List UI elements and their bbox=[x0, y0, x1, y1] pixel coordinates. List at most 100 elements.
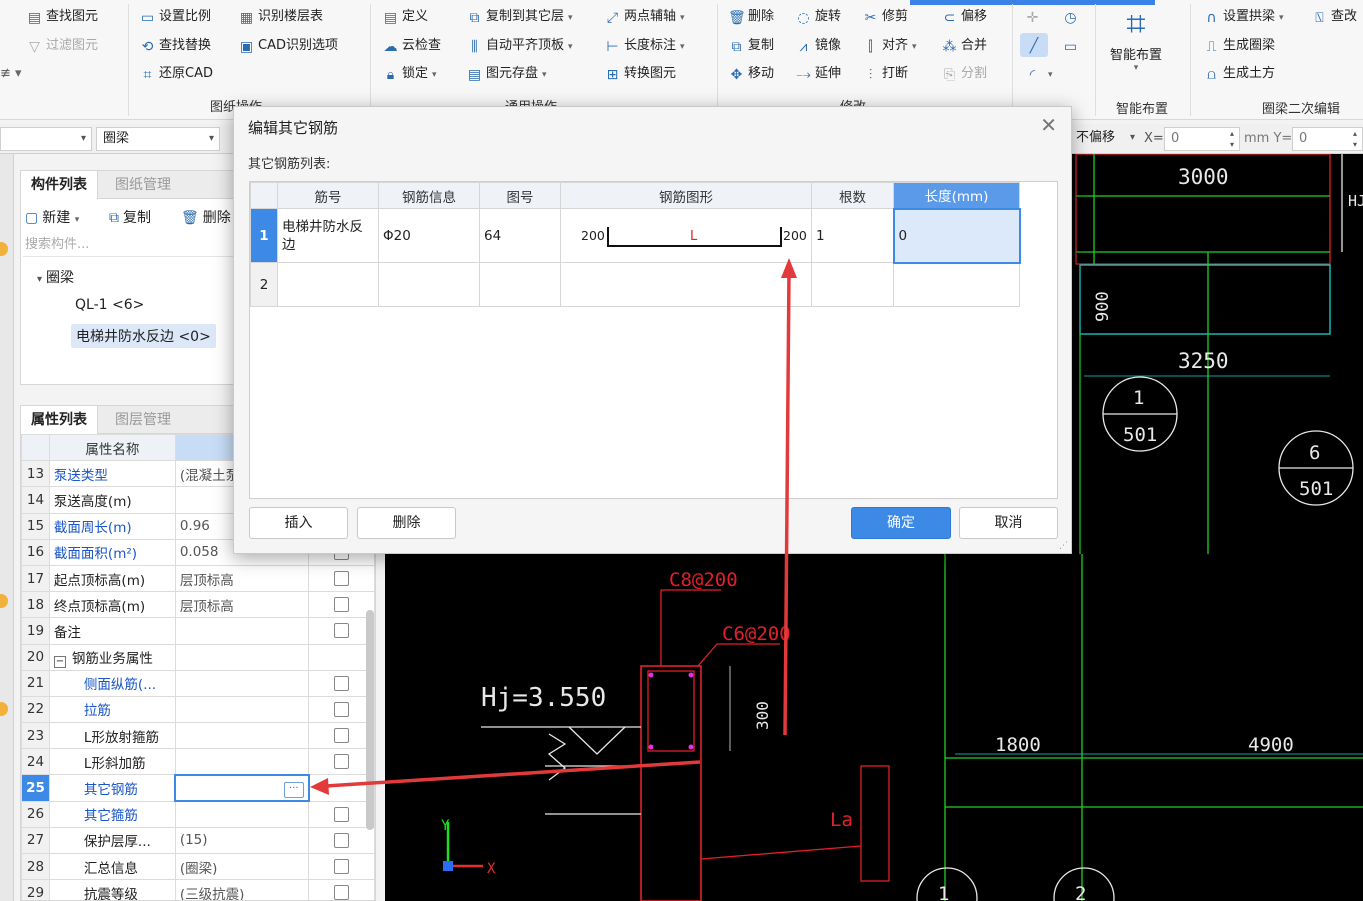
convert-element-button[interactable]: ⊞ 转换图元 bbox=[604, 62, 676, 86]
resize-grip-icon[interactable]: ⋰ bbox=[1059, 541, 1068, 551]
bar-no-cell[interactable] bbox=[277, 262, 379, 307]
tree-node-ring-beam[interactable]: ▾ 圈梁 bbox=[37, 267, 74, 287]
length-dimension-button[interactable]: ⊢ 长度标注 ▾ bbox=[604, 34, 684, 58]
attach-checkbox[interactable] bbox=[334, 728, 350, 744]
mirror-button[interactable]: ⩘ 镜像 bbox=[795, 34, 841, 58]
property-value[interactable] bbox=[174, 695, 310, 724]
property-value[interactable]: (15) bbox=[174, 826, 310, 855]
category-combo[interactable]: ▾ bbox=[0, 127, 92, 151]
attach-checkbox[interactable] bbox=[334, 754, 350, 770]
more-options-icon[interactable]: ··· bbox=[283, 782, 304, 799]
cancel-button[interactable]: 取消 bbox=[959, 507, 1058, 539]
smart-layout-button[interactable]: ⌗ 智能布置 ▾ bbox=[1103, 4, 1169, 73]
tab-component-list[interactable]: 构件列表 bbox=[21, 171, 98, 199]
generate-earthwork-button[interactable]: ⩍ 生成土方 bbox=[1203, 62, 1275, 86]
delete-button[interactable]: 🗑︎ 删除 bbox=[728, 5, 774, 29]
property-value[interactable]: ··· bbox=[174, 773, 310, 803]
attach-checkbox[interactable] bbox=[334, 701, 350, 717]
arc-tool-button[interactable]: ◜ ▾ bbox=[1024, 62, 1053, 86]
delete-component-button[interactable]: 🗑︎ 删除 bbox=[181, 207, 231, 229]
bar-shape-cell[interactable] bbox=[560, 262, 812, 307]
attach-checkbox[interactable] bbox=[334, 571, 350, 587]
x-input[interactable]: 0 ▴ ▾ bbox=[1164, 127, 1240, 151]
property-value[interactable]: (圈梁) bbox=[174, 852, 310, 881]
two-point-axis-button[interactable]: ⤢ 两点辅轴 ▾ bbox=[604, 5, 685, 29]
cad-identify-options-button[interactable]: ▣ CAD识别选项 bbox=[238, 34, 338, 58]
restore-cad-button[interactable]: ⌗ 还原CAD bbox=[139, 62, 213, 86]
bar-no-cell[interactable]: 电梯井防水反边 bbox=[277, 208, 379, 263]
generate-ring-beam-button[interactable]: ⎍ 生成圈梁 bbox=[1203, 34, 1275, 58]
break-button[interactable]: ⫶ 打断 bbox=[862, 62, 908, 86]
property-value[interactable] bbox=[174, 669, 310, 697]
cloud-check-button[interactable]: ☁ 云检查 bbox=[382, 34, 442, 58]
property-value[interactable]: 层顶标高 bbox=[174, 591, 310, 619]
attach-checkbox[interactable] bbox=[334, 623, 350, 639]
property-row[interactable]: 24 L形斜加筋 bbox=[21, 748, 375, 776]
attach-checkbox[interactable] bbox=[334, 859, 350, 875]
align-button[interactable]: ⫿ 对齐 ▾ bbox=[862, 34, 916, 58]
tree-item-ql1[interactable]: QL-1 <6> bbox=[75, 297, 144, 313]
set-arch-beam-button[interactable]: ∩ 设置拱梁 ▾ bbox=[1203, 5, 1283, 29]
property-row[interactable]: 21 侧面纵筋(... bbox=[21, 669, 375, 697]
attach-checkbox[interactable] bbox=[334, 806, 350, 822]
find-element-button[interactable]: ▤ 查找图元 bbox=[26, 5, 98, 29]
property-value[interactable] bbox=[174, 800, 310, 828]
rebar-row[interactable]: 1 电梯井防水反边 Φ20 64 200 200 L 1 0 bbox=[250, 207, 1021, 264]
property-row[interactable]: 23 L形放射箍筋 bbox=[21, 722, 375, 750]
property-value[interactable] bbox=[174, 617, 310, 645]
find-replace-button[interactable]: ⟲ 查找替换 bbox=[139, 34, 211, 58]
delete-row-button[interactable]: 删除 bbox=[357, 507, 456, 539]
set-scale-button[interactable]: ▭ 设置比例 bbox=[139, 5, 211, 29]
close-icon[interactable]: ✕ bbox=[1040, 113, 1057, 137]
lock-button[interactable]: 🔒︎ 锁定 ▾ bbox=[382, 62, 437, 86]
extend-button[interactable]: ⤍ 延伸 bbox=[795, 62, 841, 86]
property-row[interactable]: 19 备注 bbox=[21, 617, 375, 645]
property-row[interactable]: 22 拉筋 bbox=[21, 695, 375, 724]
check-modify-button[interactable]: ⍂ 查改 bbox=[1311, 5, 1357, 29]
clock-tool-button[interactable]: ◷ bbox=[1062, 5, 1082, 29]
y-input[interactable]: 0 ▴ ▾ bbox=[1292, 127, 1363, 151]
property-value[interactable] bbox=[174, 722, 310, 750]
property-row[interactable]: 27 保护层厚... (15) bbox=[21, 826, 375, 855]
tab-property-list[interactable]: 属性列表 bbox=[21, 406, 98, 434]
property-row[interactable]: 18 终点顶标高(m) 层顶标高 bbox=[21, 591, 375, 619]
property-row[interactable]: 20− 钢筋业务属性 bbox=[21, 643, 375, 671]
rectangle-tool-button[interactable]: ▭ bbox=[1062, 34, 1082, 58]
property-row[interactable]: 25 其它钢筋 ··· bbox=[21, 773, 375, 803]
tab-drawing-management[interactable]: 图纸管理 bbox=[105, 171, 181, 199]
offset-combo[interactable]: 不偏移 ▾ bbox=[1070, 127, 1140, 151]
insert-button[interactable]: 插入 bbox=[249, 507, 348, 539]
tree-item-elevator-pit-waterproof[interactable]: 电梯井防水反边 <0> bbox=[71, 324, 216, 348]
property-value[interactable] bbox=[174, 643, 310, 671]
attach-checkbox[interactable] bbox=[334, 597, 350, 613]
copy-component-button[interactable]: ⧉ 复制 bbox=[109, 207, 151, 229]
copy-to-other-floor-button[interactable]: ⧉ 复制到其它层 ▾ bbox=[466, 5, 573, 29]
count-cell[interactable] bbox=[811, 262, 894, 307]
property-value[interactable]: 层顶标高 bbox=[174, 564, 310, 593]
attach-checkbox[interactable] bbox=[334, 832, 350, 848]
save-element-button[interactable]: ▤ 图元存盘 ▾ bbox=[466, 62, 547, 86]
cad-canvas-upper-right[interactable]: 3000 3250 900 HJ 1 501 6 501 bbox=[1060, 154, 1363, 554]
property-row[interactable]: 28 汇总信息 (圈梁) bbox=[21, 852, 375, 881]
figure-no-cell[interactable]: 64 bbox=[479, 208, 561, 263]
length-cell[interactable] bbox=[893, 262, 1020, 307]
count-cell[interactable]: 1 bbox=[811, 208, 894, 263]
rebar-row[interactable]: 2 bbox=[250, 262, 1020, 307]
rotate-button[interactable]: ◌ 旋转 bbox=[795, 5, 841, 29]
figure-no-cell[interactable] bbox=[479, 262, 561, 307]
group-overflow-arrow[interactable]: ≢ ▾ bbox=[0, 62, 22, 86]
bar-info-cell[interactable] bbox=[378, 262, 480, 307]
property-row[interactable]: 29 抗震等级 (三级抗震) bbox=[21, 879, 375, 900]
component-search-input[interactable]: 搜索构件... bbox=[23, 233, 237, 257]
attach-checkbox[interactable] bbox=[334, 675, 350, 691]
trim-button[interactable]: ✂ 修剪 bbox=[862, 5, 908, 29]
offset-button[interactable]: ⊂ 偏移 bbox=[941, 5, 987, 29]
bar-info-cell[interactable]: Φ20 bbox=[378, 208, 480, 263]
move-button[interactable]: ✥ 移动 bbox=[728, 62, 774, 86]
point-tool-button[interactable]: ✛ bbox=[1024, 5, 1044, 29]
define-button[interactable]: ▤ 定义 bbox=[382, 5, 428, 29]
property-row[interactable]: 26 其它箍筋 bbox=[21, 800, 375, 828]
property-scrollbar[interactable] bbox=[366, 610, 374, 830]
attach-checkbox[interactable] bbox=[334, 885, 350, 900]
ok-button[interactable]: 确定 bbox=[851, 507, 951, 539]
